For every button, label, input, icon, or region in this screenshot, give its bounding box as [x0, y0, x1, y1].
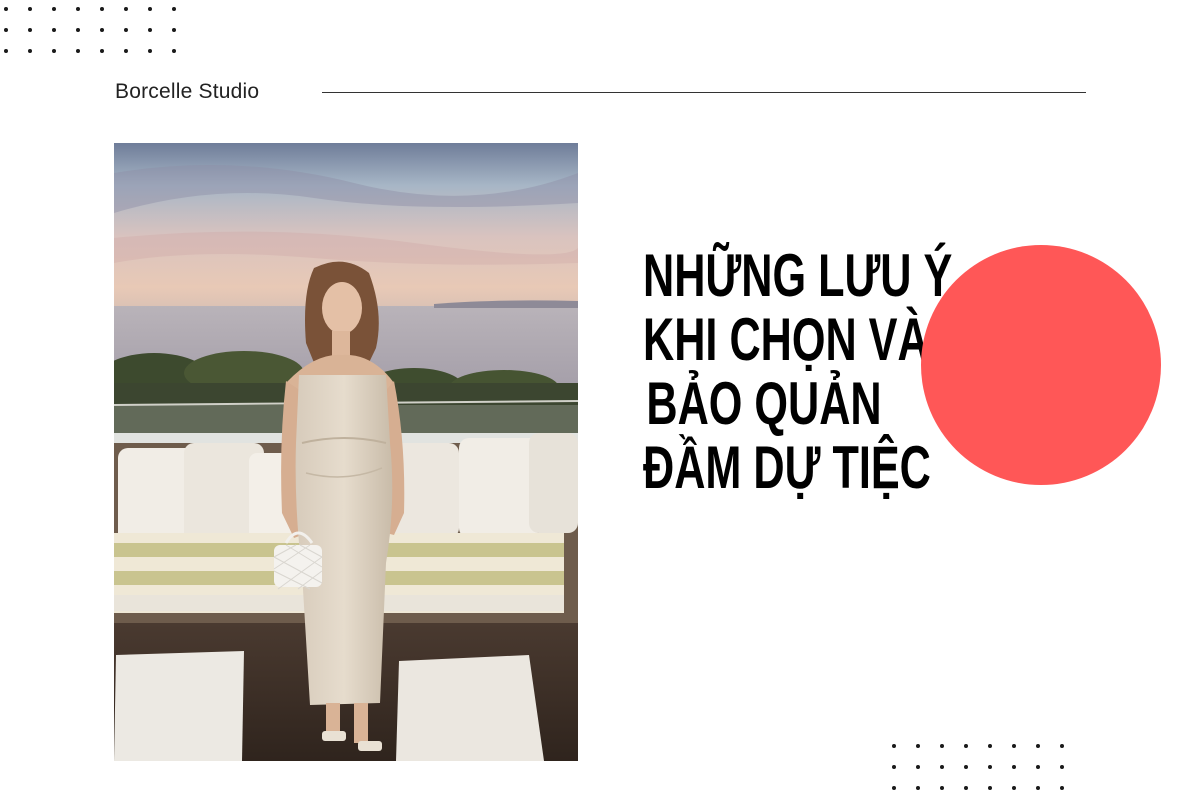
dot: [148, 49, 152, 53]
dot: [100, 49, 104, 53]
dot: [124, 49, 128, 53]
dot: [100, 7, 104, 11]
headline: NHỮNG LƯU Ý KHI CHỌN VÀ BẢO QUẢN ĐẦM DỰ …: [643, 242, 953, 501]
dot: [52, 28, 56, 32]
headline-line-3: BẢO QUẢN: [646, 370, 882, 437]
headline-line-2: KHI CHỌN VÀ: [643, 306, 929, 373]
dot: [940, 765, 944, 769]
dot: [172, 49, 176, 53]
dot: [4, 28, 8, 32]
dot: [1036, 744, 1040, 748]
dot: [1012, 765, 1016, 769]
accent-circle: [921, 245, 1161, 485]
dot: [1036, 765, 1040, 769]
dot: [76, 28, 80, 32]
dot: [4, 7, 8, 11]
dot: [52, 49, 56, 53]
dot-pattern-bottom: [892, 744, 1066, 790]
dot: [52, 7, 56, 11]
dot: [28, 28, 32, 32]
headline-line-1: NHỮNG LƯU Ý: [643, 242, 953, 309]
dot: [964, 765, 968, 769]
dot: [1012, 744, 1016, 748]
dot: [172, 28, 176, 32]
headline-line-4: ĐẦM DỰ TIỆC: [643, 434, 931, 501]
dot: [940, 744, 944, 748]
dot: [892, 744, 896, 748]
dot: [964, 744, 968, 748]
dot: [940, 786, 944, 790]
dot: [124, 28, 128, 32]
dot: [100, 28, 104, 32]
dot: [76, 7, 80, 11]
dot: [1012, 786, 1016, 790]
dot: [76, 49, 80, 53]
dot: [4, 49, 8, 53]
header-divider: [322, 92, 1086, 93]
dot: [124, 7, 128, 11]
dot: [28, 49, 32, 53]
dot: [172, 7, 176, 11]
dot: [916, 744, 920, 748]
dot: [916, 765, 920, 769]
dot: [892, 765, 896, 769]
dot: [28, 7, 32, 11]
dot: [1060, 786, 1064, 790]
dot: [892, 786, 896, 790]
dot: [148, 28, 152, 32]
fashion-photo: [114, 143, 578, 761]
dot: [988, 765, 992, 769]
dot: [1060, 765, 1064, 769]
dot: [988, 744, 992, 748]
dot: [964, 786, 968, 790]
dot: [1060, 744, 1064, 748]
dot: [988, 786, 992, 790]
dot: [1036, 786, 1040, 790]
dot: [916, 786, 920, 790]
dot-pattern-top: [4, 7, 178, 53]
dot: [148, 7, 152, 11]
brand-name: Borcelle Studio: [115, 80, 260, 103]
